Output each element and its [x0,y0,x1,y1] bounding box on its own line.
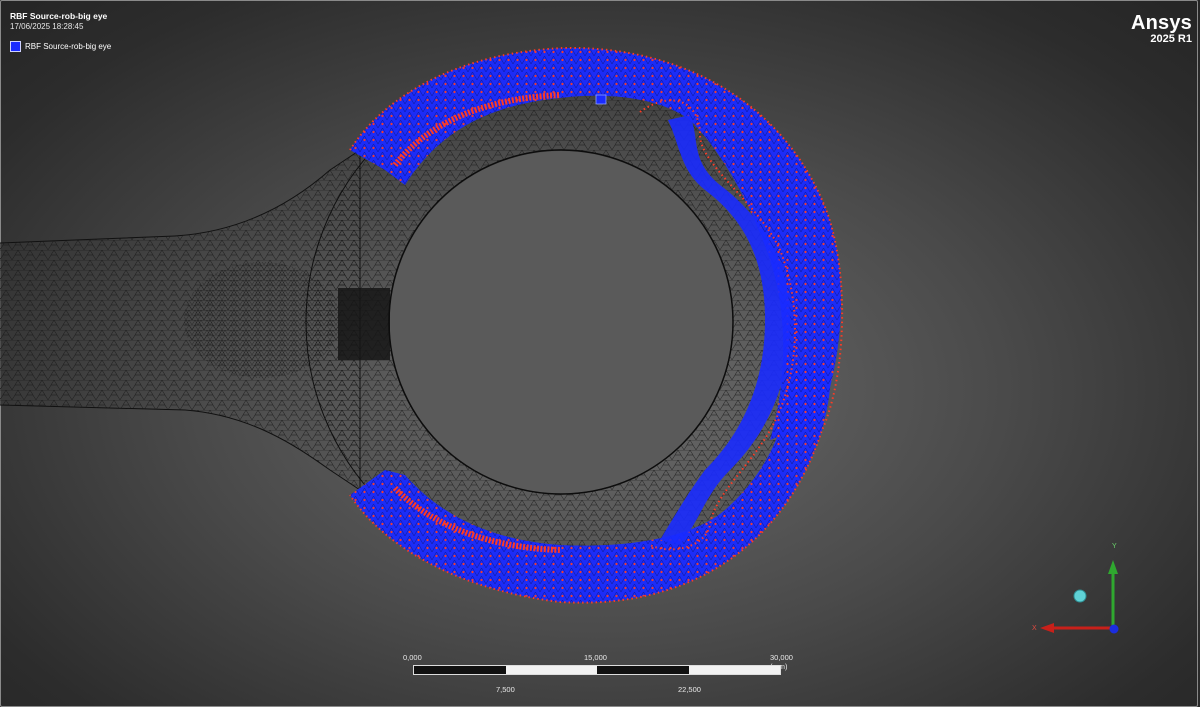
z-axis-dot [1109,624,1119,634]
x-axis-label: X [1032,625,1037,632]
scale-seg-1 [414,666,506,674]
bore [390,151,732,493]
scale-seg-2 [505,666,597,674]
scale-bar: 0,000 15,000 30,000 (mm) 7,500 22,500 [400,652,800,702]
scale-label-0: 0,000 [403,653,422,662]
header: RBF Source-rob-big eye 17/06/2025 18:28:… [10,11,107,31]
selection-marker [595,94,607,105]
ansys-logo: Ansys 2025 R1 [1131,12,1192,45]
timestamp: 17/06/2025 18:28:45 [10,22,84,31]
scale-label-22-5: 22,500 [678,685,701,694]
axis-triad[interactable]: Y X [1030,540,1130,640]
scale-seg-3 [597,666,689,674]
mesh-view[interactable] [0,0,1200,707]
triad-sphere [1073,589,1087,603]
scale-label-15: 15,000 [584,653,607,662]
y-axis-label: Y [1112,543,1117,550]
scale-label-7-5: 7,500 [496,685,515,694]
y-axis-arrow [1108,560,1118,574]
legend-label: RBF Source-rob-big eye [25,42,112,51]
logo-brand: Ansys [1130,12,1192,34]
view-title: RBF Source-rob-big eye [10,11,108,21]
scale-seg-4 [688,666,780,674]
x-axis-arrow [1040,623,1054,633]
scale-bar-track [413,665,781,675]
legend-swatch [10,41,21,52]
legend[interactable]: RBF Source-rob-big eye [10,41,111,52]
